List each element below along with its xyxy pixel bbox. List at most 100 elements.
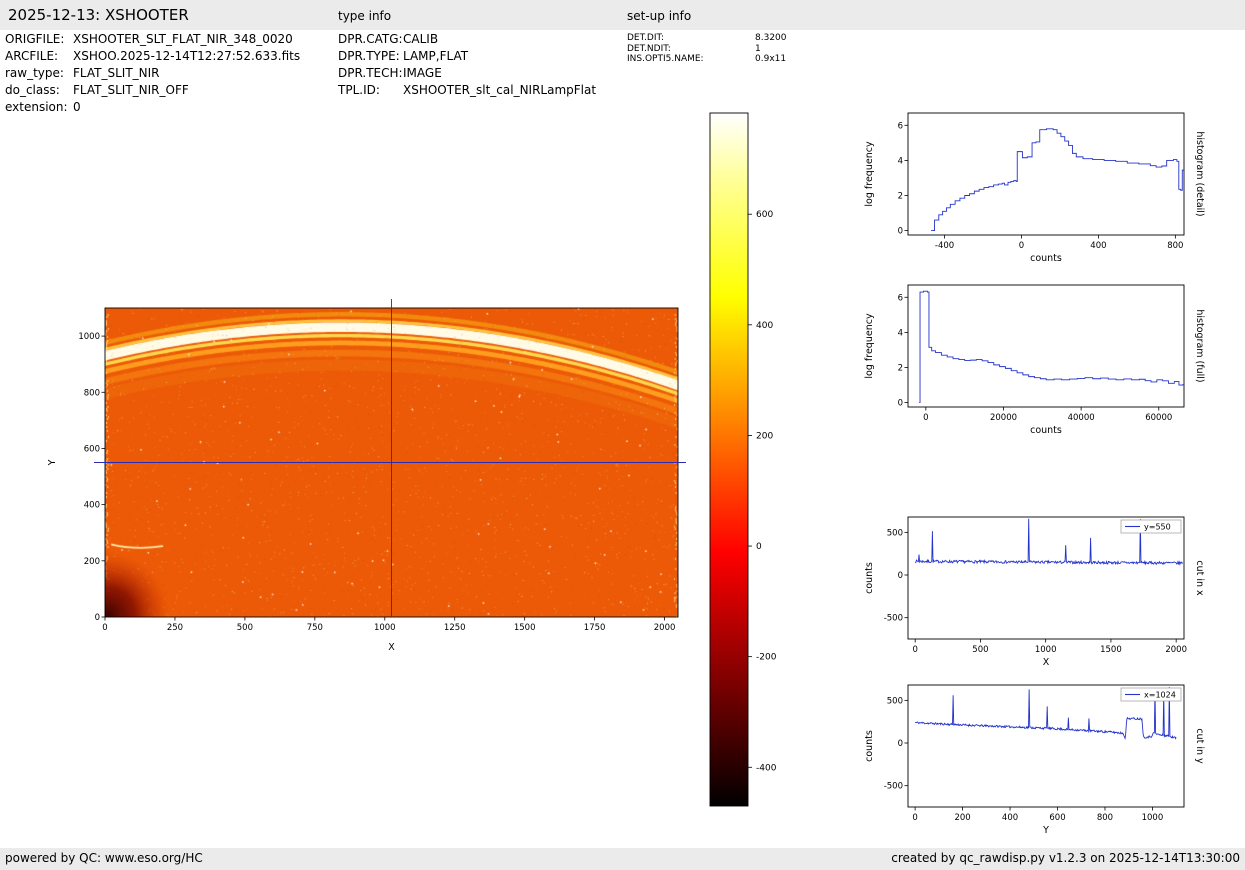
info-row: TPL.ID: XSHOOTER_slt_cal_NIRLampFlat — [338, 82, 596, 99]
info-value: CALIB — [403, 32, 439, 46]
svg-text:1500: 1500 — [514, 623, 536, 633]
svg-text:1000: 1000 — [1142, 813, 1164, 823]
svg-text:X: X — [1043, 657, 1050, 668]
svg-text:500: 500 — [972, 645, 988, 655]
cut-in-y-plot: 0 200 400 600 800 1000 -500 0 500 Ycounts cut in y… — [864, 684, 1205, 836]
info-value: 8.3200 — [755, 33, 787, 43]
svg-text:600: 600 — [1049, 813, 1065, 823]
setup-info-column: DET.DIT: 8.3200 DET.NDIT: 1 INS.OPTI5.NAME: 0… — [627, 33, 787, 65]
svg-text:20000: 20000 — [990, 413, 1017, 423]
svg-text:y=550: y=550 — [1144, 523, 1171, 532]
svg-text:cut in x: cut in x — [1194, 560, 1205, 596]
info-row: extension: 0 — [5, 99, 300, 116]
svg-text:2: 2 — [898, 192, 903, 202]
svg-text:0: 0 — [912, 645, 917, 655]
svg-text:800: 800 — [84, 388, 100, 398]
info-row: DPR.CATG: CALIB — [338, 31, 596, 48]
type-info-section-label: type info — [338, 9, 392, 23]
svg-text:200: 200 — [756, 431, 773, 441]
svg-text:40000: 40000 — [1068, 413, 1095, 423]
svg-text:6: 6 — [898, 293, 903, 303]
svg-text:500: 500 — [887, 528, 903, 538]
info-value: XSHOOTER_SLT_FLAT_NIR_348_0020 — [73, 32, 293, 46]
svg-text:counts: counts — [864, 730, 875, 762]
svg-text:0: 0 — [898, 227, 903, 237]
svg-text:-500: -500 — [884, 614, 903, 624]
svg-text:-400: -400 — [935, 241, 954, 251]
info-value: IMAGE — [403, 66, 442, 80]
svg-text:6: 6 — [898, 121, 903, 131]
svg-text:1250: 1250 — [444, 623, 466, 633]
svg-text:0: 0 — [898, 739, 903, 749]
svg-text:400: 400 — [1002, 813, 1018, 823]
svg-text:2000: 2000 — [654, 623, 676, 633]
svg-text:750: 750 — [307, 623, 323, 633]
info-row: INS.OPTI5.NAME: 0.9x11 — [627, 54, 787, 65]
svg-text:2000: 2000 — [1165, 645, 1187, 655]
svg-text:cut in y: cut in y — [1194, 728, 1205, 764]
svg-text:2: 2 — [898, 364, 903, 374]
svg-text:-500: -500 — [884, 782, 903, 792]
histogram-detail-plot: -400 0 400 800 0 2 4 6 counts log frequency histog… — [864, 112, 1205, 264]
info-label: ARCFILE: — [5, 49, 59, 63]
setup-info-section-label: set-up info — [627, 9, 692, 23]
svg-text:x=1024: x=1024 — [1144, 691, 1176, 700]
svg-text:1000: 1000 — [1035, 645, 1057, 655]
info-row: ORIGFILE: XSHOOTER_SLT_FLAT_NIR_348_0020 — [5, 31, 300, 48]
svg-text:0: 0 — [756, 542, 762, 552]
info-value: 0 — [73, 100, 81, 114]
svg-text:Y: Y — [47, 459, 58, 466]
svg-text:-400: -400 — [756, 763, 777, 773]
svg-text:0: 0 — [923, 413, 928, 423]
info-row: raw_type: FLAT_SLIT_NIR — [5, 65, 300, 82]
svg-text:1000: 1000 — [78, 332, 100, 342]
svg-text:counts: counts — [864, 562, 875, 594]
svg-text:400: 400 — [756, 321, 773, 331]
svg-text:counts: counts — [1030, 253, 1062, 264]
svg-text:0: 0 — [1019, 241, 1024, 251]
info-value: FLAT_SLIT_NIR — [73, 66, 160, 80]
page-title: 2025-12-13: XSHOOTER — [8, 6, 189, 24]
svg-text:-200: -200 — [756, 653, 777, 663]
info-label: DPR.TYPE: — [338, 49, 400, 63]
footer-credit-qc: powered by QC: www.eso.org/HC — [5, 851, 203, 865]
svg-text:400: 400 — [1090, 241, 1106, 251]
svg-text:counts: counts — [1030, 425, 1062, 436]
svg-text:X: X — [388, 642, 395, 653]
info-value: XSHOOTER_slt_cal_NIRLampFlat — [403, 83, 597, 97]
info-value: FLAT_SLIT_NIR_OFF — [73, 83, 189, 97]
info-label: DET.NDIT: — [627, 43, 671, 54]
info-value: 1 — [755, 43, 761, 54]
info-row: DPR.TECH: IMAGE — [338, 65, 596, 82]
svg-text:800: 800 — [1167, 241, 1183, 251]
svg-text:200: 200 — [954, 813, 970, 823]
svg-text:500: 500 — [887, 696, 903, 706]
info-row: DPR.TYPE: LAMP,FLAT — [338, 48, 596, 65]
type-info-column: DPR.CATG: CALIB DPR.TYPE: LAMP,FLAT DPR.TECH… — [338, 31, 596, 99]
svg-text:600: 600 — [756, 210, 773, 220]
info-label: DPR.TECH: — [338, 66, 403, 80]
qc-report-page: 2025-12-13: XSHOOTER type info set-up in… — [0, 0, 1245, 870]
info-row: DET.NDIT: 1 — [627, 44, 787, 55]
info-label: INS.OPTI5.NAME: — [627, 54, 704, 64]
svg-text:250: 250 — [167, 623, 183, 633]
svg-text:4: 4 — [898, 328, 903, 338]
svg-text:500: 500 — [237, 623, 253, 633]
footer-created-by: created by qc_rawdisp.py v1.2.3 on 2025-… — [891, 851, 1240, 865]
svg-text:400: 400 — [84, 501, 100, 511]
info-value: 0.9x11 — [755, 54, 787, 64]
svg-text:histogram (full): histogram (full) — [1194, 309, 1205, 382]
svg-text:1000: 1000 — [374, 623, 396, 633]
svg-text:0: 0 — [95, 613, 100, 623]
svg-text:log frequency: log frequency — [864, 141, 875, 207]
svg-text:200: 200 — [84, 557, 100, 567]
histogram-full-plot: 0 20000 40000 60000 0 2 4 6 counts log frequency h… — [864, 284, 1205, 436]
file-info-column: ORIGFILE: XSHOOTER_SLT_FLAT_NIR_348_0020 A… — [5, 31, 300, 116]
cut-in-x-plot: 0 500 1000 1500 2000 -500 0 500 Xcounts cut in x y… — [864, 516, 1205, 668]
info-label: extension: — [5, 100, 68, 114]
svg-text:1500: 1500 — [1100, 645, 1122, 655]
svg-text:600: 600 — [84, 444, 100, 454]
svg-text:60000: 60000 — [1145, 413, 1172, 423]
svg-text:0: 0 — [912, 813, 917, 823]
info-label: DPR.CATG: — [338, 32, 403, 46]
